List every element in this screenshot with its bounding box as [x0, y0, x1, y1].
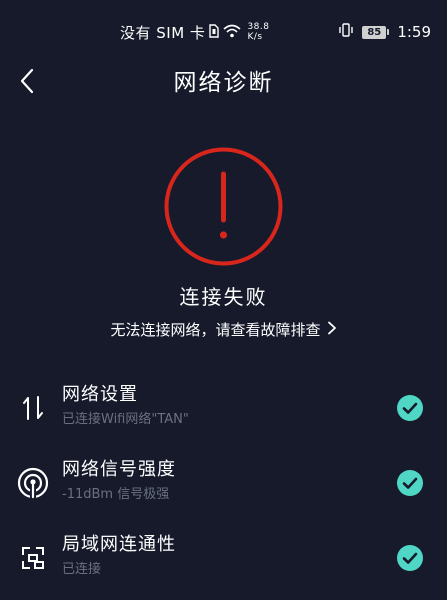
status-left: 没有 SIM 卡 38.8 K/s [120, 22, 269, 43]
network-settings-icon [16, 391, 50, 425]
row-subtitle: 已连接Wifi网络"TAN" [62, 412, 189, 427]
status-bar: 没有 SIM 卡 38.8 K/s 85 1:59 [0, 0, 447, 64]
network-speed: 38.8 K/s [247, 22, 269, 42]
check-circle-icon [397, 395, 423, 421]
battery-level: 85 [362, 25, 387, 39]
diag-row-signal-strength[interactable]: 网络信号强度 -11dBm 信号极强 [0, 455, 447, 511]
battery-cap [387, 29, 390, 35]
row-title: 局域网连通性 [62, 534, 176, 555]
troubleshoot-link-label: 无法连接网络，请查看故障排查 [110, 321, 321, 339]
clock: 1:59 [397, 23, 431, 41]
carrier-text: 没有 SIM 卡 [120, 24, 206, 42]
check-circle-icon [397, 470, 423, 496]
row-title: 网络设置 [62, 384, 138, 405]
chevron-right-icon [327, 318, 337, 342]
troubleshoot-link[interactable]: 无法连接网络，请查看故障排查 [0, 318, 447, 342]
exclamation-circle-icon [163, 146, 284, 267]
vibrate-icon [338, 22, 354, 42]
speed-value: 38.8 [247, 21, 270, 32]
speed-unit: K/s [247, 31, 263, 42]
diag-row-network-settings[interactable]: 网络设置 已连接Wifi网络"TAN" [0, 380, 447, 436]
status-right: 85 1:59 [338, 22, 431, 42]
diag-row-lan-connectivity[interactable]: 局域网连通性 已连接 [0, 530, 447, 586]
battery-indicator: 85 [362, 25, 390, 39]
row-title: 网络信号强度 [62, 459, 176, 480]
row-subtitle: -11dBm 信号极强 [62, 487, 170, 502]
wifi-icon [223, 24, 241, 42]
page-title: 网络诊断 [173, 70, 274, 96]
check-circle-icon [397, 545, 423, 571]
row-subtitle: 已连接 [62, 562, 102, 577]
sim-icon [209, 23, 220, 42]
lan-connectivity-icon [16, 541, 50, 575]
result-title: 连接失败 [179, 285, 268, 309]
signal-strength-icon [16, 466, 50, 500]
